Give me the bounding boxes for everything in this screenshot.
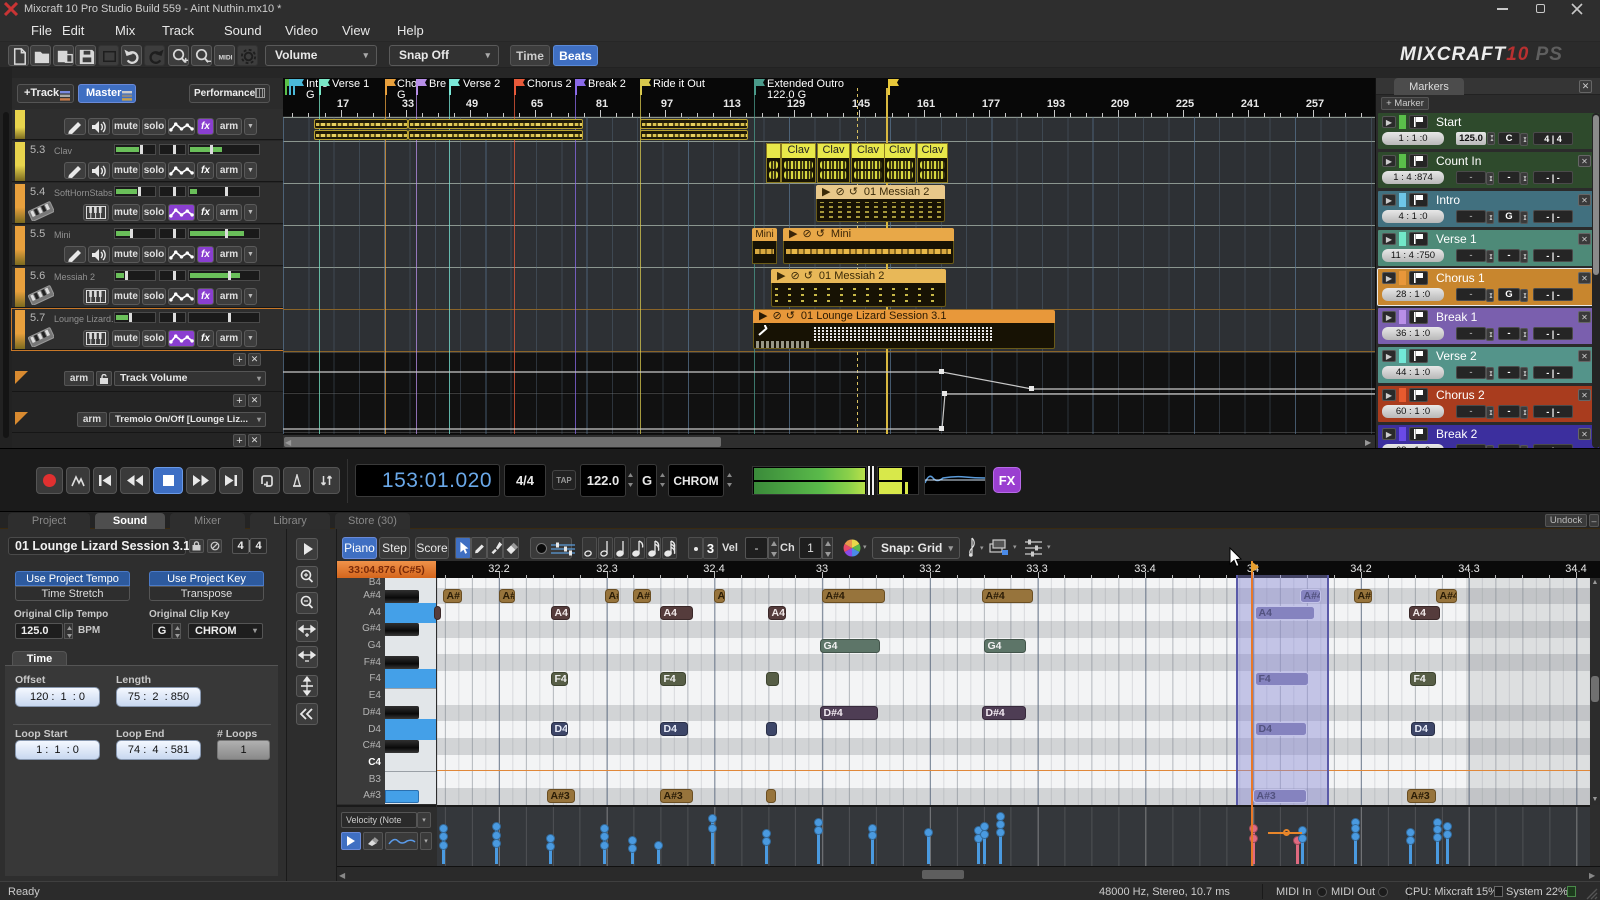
svg-text:MIDI: MIDI [218, 54, 232, 61]
